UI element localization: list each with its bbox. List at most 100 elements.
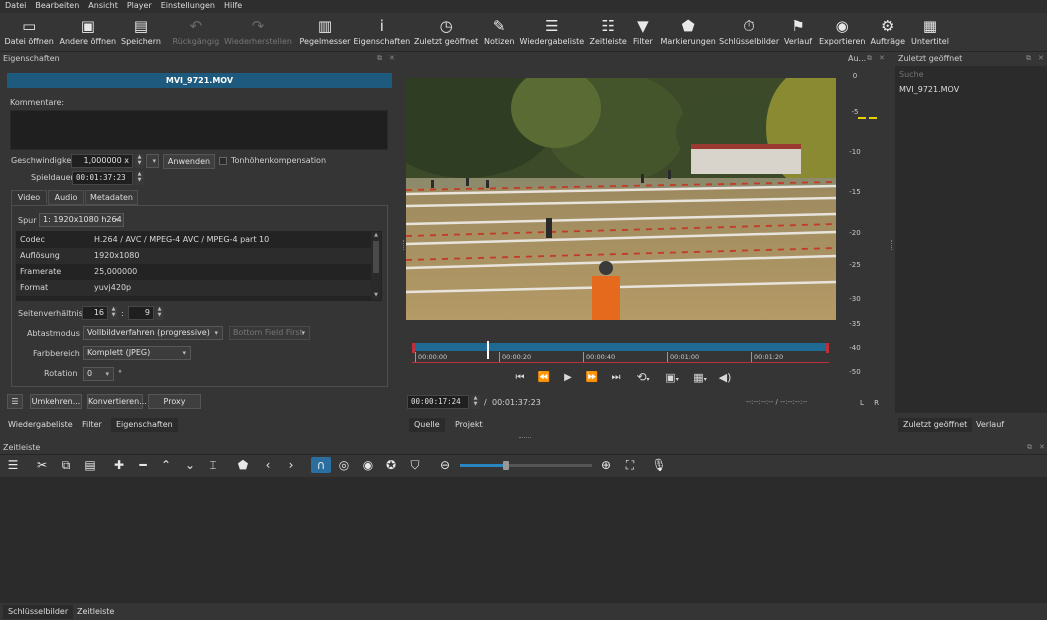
- video-preview[interactable]: [406, 78, 836, 320]
- close-icon[interactable]: ✕: [1039, 443, 1045, 451]
- volume-icon[interactable]: ◀): [714, 371, 736, 384]
- apply-button[interactable]: Anwenden: [163, 154, 215, 169]
- toolbar-undo-button[interactable]: ↶ Rückgängig: [173, 15, 220, 51]
- scrubber-bar[interactable]: [412, 343, 829, 351]
- convert-button[interactable]: Konvertieren...: [87, 394, 147, 409]
- tab-filters[interactable]: Filter: [77, 418, 107, 432]
- next-marker-icon[interactable]: ›: [281, 457, 301, 473]
- toolbar-filter-button[interactable]: ▼ Filter: [633, 15, 653, 51]
- toolbar-subtitles-button[interactable]: ▦ Untertitel: [911, 15, 949, 51]
- overwrite-icon[interactable]: ⌄: [180, 457, 200, 473]
- tab-playlist[interactable]: Wiedergabeliste: [3, 418, 78, 432]
- tab-timeline[interactable]: Zeitleiste: [72, 605, 119, 619]
- timeline-menu-icon[interactable]: ☰: [3, 457, 23, 473]
- splitter-handle[interactable]: [519, 437, 531, 438]
- reverse-button[interactable]: Umkehren...: [30, 394, 82, 409]
- toolbar-info-button[interactable]: i Eigenschaften: [354, 15, 411, 51]
- rotation-dropdown[interactable]: 0 ▾: [83, 367, 114, 381]
- table-row[interactable]: Auflösung 1920x1080: [16, 248, 371, 264]
- skip-previous-icon[interactable]: ⏮: [508, 372, 532, 383]
- tab-history[interactable]: Verlauf: [971, 418, 1009, 432]
- float-icon[interactable]: ⧉: [867, 54, 872, 63]
- aspect-height-spinner[interactable]: ▲ ▼: [155, 306, 164, 320]
- scan-mode-dropdown[interactable]: Vollbildverfahren (progressive) ▾: [83, 326, 223, 340]
- toolbar-history-button[interactable]: ⚑ Verlauf: [784, 15, 812, 51]
- pitch-checkbox[interactable]: [219, 157, 227, 165]
- duration-spinner[interactable]: ▲ ▼: [135, 171, 144, 185]
- speed-spinner[interactable]: ▲ ▼: [135, 154, 144, 168]
- menu-item-5[interactable]: Hilfe: [219, 0, 246, 13]
- timeline-tracks-area[interactable]: [0, 477, 1047, 603]
- close-icon[interactable]: ✕: [1038, 54, 1044, 62]
- speed-input[interactable]: 1,000000 x: [71, 154, 133, 168]
- fast-forward-icon[interactable]: ⏩: [580, 372, 604, 383]
- duration-input[interactable]: 00:01:37:23: [72, 171, 133, 185]
- zoom-slider[interactable]: [460, 461, 592, 470]
- float-icon[interactable]: ⧉: [377, 54, 382, 63]
- lift-icon[interactable]: ⌃: [156, 457, 176, 473]
- ripple-markers-icon[interactable]: ⛉: [405, 457, 425, 473]
- tab-keyframes[interactable]: Schlüsselbilder: [3, 605, 74, 619]
- close-icon[interactable]: ✕: [389, 54, 395, 62]
- previous-marker-icon[interactable]: ‹: [258, 457, 278, 473]
- toolbar-jobs-gear-button[interactable]: ⚙ Aufträge: [871, 15, 906, 51]
- toolbar-clock-button[interactable]: ◷ Zuletzt geöffnet: [414, 15, 478, 51]
- rewind-icon[interactable]: ⏪: [532, 372, 556, 383]
- player-scrubber[interactable]: 00:00:00 00:00:20 00:00:40 00:01:00 00:01:20: [412, 341, 829, 363]
- aspect-width-input[interactable]: 16: [82, 306, 108, 320]
- play-icon[interactable]: ▶: [556, 372, 580, 383]
- tab-recent[interactable]: Zuletzt geöffnet: [898, 418, 973, 432]
- menu-item-0[interactable]: Datei: [0, 0, 30, 13]
- record-audio-icon[interactable]: 🎙: [649, 457, 669, 473]
- toolbar-export-button[interactable]: ◉ Exportieren: [819, 15, 865, 51]
- toolbar-save-button[interactable]: ▤ Speichern: [121, 15, 161, 51]
- skip-next-icon[interactable]: ⏭: [604, 372, 628, 383]
- table-row[interactable]: Format yuvj420p: [16, 280, 371, 296]
- tab-project[interactable]: Projekt: [450, 418, 488, 432]
- comments-textarea[interactable]: [10, 110, 388, 150]
- ripple-icon[interactable]: ◉: [358, 457, 378, 473]
- scrub-icon[interactable]: ◎: [334, 457, 354, 473]
- table-row[interactable]: Framerate 25,000000: [16, 264, 371, 280]
- tab-source[interactable]: Quelle: [409, 418, 445, 432]
- menu-item-2[interactable]: Ansicht: [83, 0, 122, 13]
- zoom-fit-icon[interactable]: ⛶: [620, 457, 640, 473]
- close-icon[interactable]: ✕: [879, 54, 885, 62]
- paste-icon[interactable]: ▤: [80, 457, 100, 473]
- marker-icon[interactable]: ⬟: [233, 457, 253, 473]
- ripple-all-icon[interactable]: ✪: [381, 457, 401, 473]
- grid-icon[interactable]: ▦▾: [686, 371, 714, 384]
- toolbar-open-folder-button[interactable]: ▭ Datei öffnen: [5, 15, 54, 51]
- zoom-out-icon[interactable]: ⊖: [435, 457, 455, 473]
- remove-icon[interactable]: ━: [133, 457, 153, 473]
- scroll-down-icon[interactable]: ▼: [371, 292, 381, 298]
- splitter-handle[interactable]: [403, 240, 405, 250]
- loop-icon[interactable]: ⟲▾: [628, 370, 658, 384]
- zoom-slider-handle[interactable]: [503, 461, 510, 470]
- cut-icon[interactable]: ✂: [32, 457, 52, 473]
- aspect-width-spinner[interactable]: ▲ ▼: [109, 306, 118, 320]
- float-icon[interactable]: ⧉: [1027, 443, 1032, 452]
- menu-item-4[interactable]: Einstellungen: [156, 0, 219, 13]
- float-icon[interactable]: ⧉: [1026, 54, 1031, 63]
- snap-icon[interactable]: ∩: [311, 457, 331, 473]
- tab-video[interactable]: Video: [11, 190, 47, 205]
- zoom-in-icon[interactable]: ⊕: [596, 457, 616, 473]
- aspect-height-input[interactable]: 9: [128, 306, 154, 320]
- toolbar-marker-button[interactable]: ⬟ Markierungen: [661, 15, 716, 51]
- table-row[interactable]: Codec H.264 / AVC / MPEG-4 AVC / MPEG-4 p…: [16, 232, 371, 248]
- tab-properties[interactable]: Eigenschaften: [111, 418, 178, 432]
- scroll-thumb[interactable]: [373, 241, 379, 273]
- copy-icon[interactable]: ⧉: [56, 457, 76, 473]
- position-timecode[interactable]: 00:00:17:24: [407, 395, 469, 409]
- append-icon[interactable]: ✚: [109, 457, 129, 473]
- toolbar-redo-button[interactable]: ↷ Wiederherstellen: [224, 15, 292, 51]
- properties-menu-button[interactable]: ☰: [7, 394, 23, 409]
- recent-item[interactable]: MVI_9721.MOV: [899, 85, 959, 94]
- toolbar-stopwatch-button[interactable]: ⏱ Schlüsselbilder: [719, 15, 779, 51]
- position-spinner[interactable]: ▲ ▼: [471, 395, 480, 409]
- menu-item-1[interactable]: Bearbeiten: [30, 0, 83, 13]
- color-range-dropdown[interactable]: Komplett (JPEG) ▾: [83, 346, 191, 360]
- proxy-button[interactable]: Proxy: [148, 394, 201, 409]
- scroll-up-icon[interactable]: ▲: [371, 232, 381, 238]
